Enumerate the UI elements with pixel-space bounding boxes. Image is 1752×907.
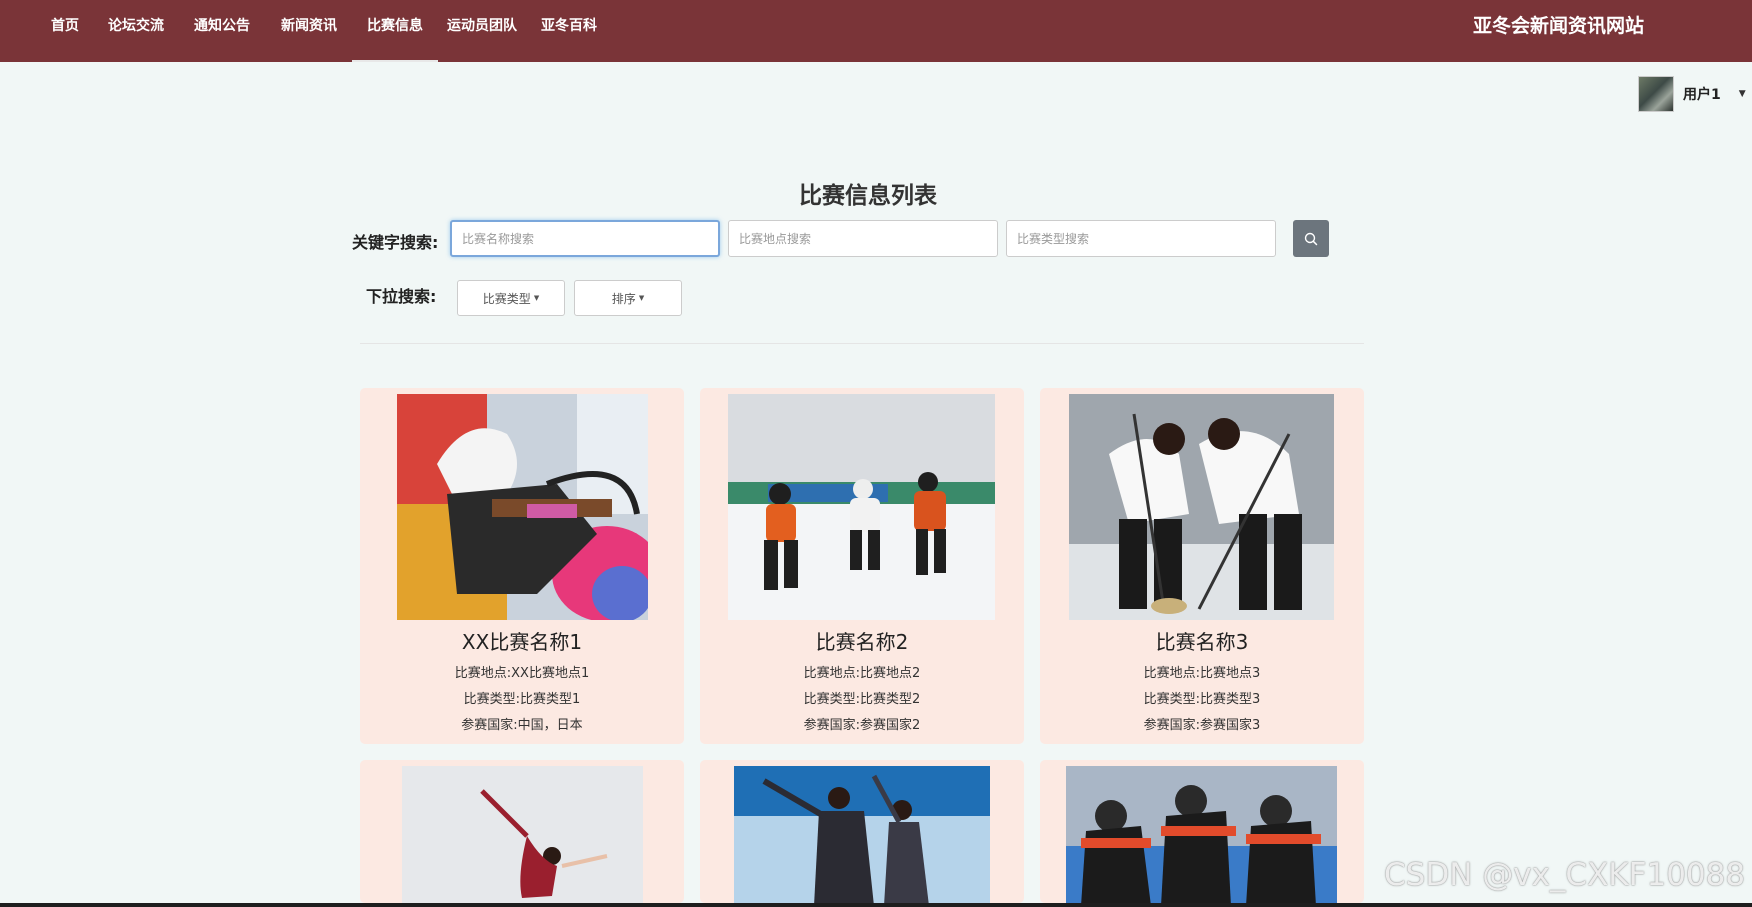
- search-button[interactable]: [1293, 220, 1329, 257]
- caret-down-icon: ▼: [638, 294, 645, 302]
- sort-dropdown[interactable]: 排序 ▼: [574, 280, 682, 316]
- competition-card[interactable]: [1040, 760, 1364, 903]
- card-title: XX比赛名称1: [461, 630, 583, 654]
- competition-photo-biathlon: [397, 394, 648, 620]
- site-title: 亚冬会新闻资讯网站: [1473, 15, 1645, 37]
- competition-photo-speed-skating: [1066, 766, 1337, 903]
- card-type: 比赛类型:比赛类型1: [463, 692, 581, 707]
- competition-card[interactable]: XX比赛名称1 比赛地点:XX比赛地点1 比赛类型:比赛类型1 参赛国家:中国，…: [360, 388, 684, 744]
- card-location: 比赛地点:比赛地点3: [1143, 666, 1261, 681]
- card-countries: 参赛国家:参赛国家3: [1143, 718, 1261, 733]
- dropdown-label-text: 比赛类型: [482, 291, 531, 306]
- competition-card[interactable]: [360, 760, 684, 903]
- nav-item-notices[interactable]: 通知公告: [191, 0, 253, 62]
- nav-item-home[interactable]: 首页: [34, 0, 96, 62]
- search-icon: [1304, 232, 1318, 246]
- card-countries: 参赛国家:中国，日本: [461, 718, 583, 733]
- card-countries: 参赛国家:参赛国家2: [803, 718, 921, 733]
- competition-card[interactable]: 比赛名称2 比赛地点:比赛地点2 比赛类型:比赛类型2 参赛国家:参赛国家2: [700, 388, 1024, 744]
- competition-photo-ice-dance: [734, 766, 990, 903]
- top-navbar: 首页 论坛交流 通知公告 新闻资讯 比赛信息 运动员团队 亚冬百科 亚冬会新闻资…: [0, 0, 1752, 62]
- nav-item-news[interactable]: 新闻资讯: [278, 0, 340, 62]
- watermark: CSDN @vx_CXKF10088: [1384, 857, 1746, 893]
- nav-item-competitions[interactable]: 比赛信息: [352, 0, 438, 62]
- user-name: 用户1: [1683, 87, 1721, 103]
- card-location: 比赛地点:比赛地点2: [803, 666, 921, 681]
- competition-card[interactable]: 比赛名称3 比赛地点:比赛地点3 比赛类型:比赛类型3 参赛国家:参赛国家3: [1040, 388, 1364, 744]
- competition-name-search-input[interactable]: [450, 220, 720, 257]
- nav-item-encyclopedia[interactable]: 亚冬百科: [538, 0, 600, 62]
- competition-photo-ice-hockey: [728, 394, 995, 620]
- caret-down-icon: ▼: [1738, 89, 1746, 99]
- card-type: 比赛类型:比赛类型3: [1143, 692, 1261, 707]
- card-location: 比赛地点:XX比赛地点1: [454, 666, 590, 681]
- nav-item-forum[interactable]: 论坛交流: [105, 0, 167, 62]
- user-menu[interactable]: 用户1 ▼: [1638, 76, 1746, 112]
- card-type: 比赛类型:比赛类型2: [803, 692, 921, 707]
- bottom-border: [0, 903, 1752, 907]
- competition-photo-figure-skating: [402, 766, 643, 903]
- keyword-search-label: 关键字搜索:: [352, 233, 439, 252]
- caret-down-icon: ▼: [533, 294, 540, 302]
- competition-type-dropdown[interactable]: 比赛类型 ▼: [457, 280, 565, 316]
- card-title: 比赛名称2: [815, 630, 909, 654]
- card-title: 比赛名称3: [1155, 630, 1249, 654]
- competition-card[interactable]: [700, 760, 1024, 903]
- competition-location-search-input[interactable]: [728, 220, 998, 257]
- nav-item-athlete-teams[interactable]: 运动员团队: [445, 0, 519, 62]
- dropdown-label-text: 排序: [611, 291, 636, 306]
- competition-type-search-input[interactable]: [1006, 220, 1276, 257]
- page-title: 比赛信息列表: [799, 183, 937, 209]
- competition-photo-curling: [1069, 394, 1334, 620]
- avatar: [1638, 76, 1674, 112]
- dropdown-search-label: 下拉搜索:: [366, 287, 437, 306]
- divider: [360, 343, 1364, 344]
